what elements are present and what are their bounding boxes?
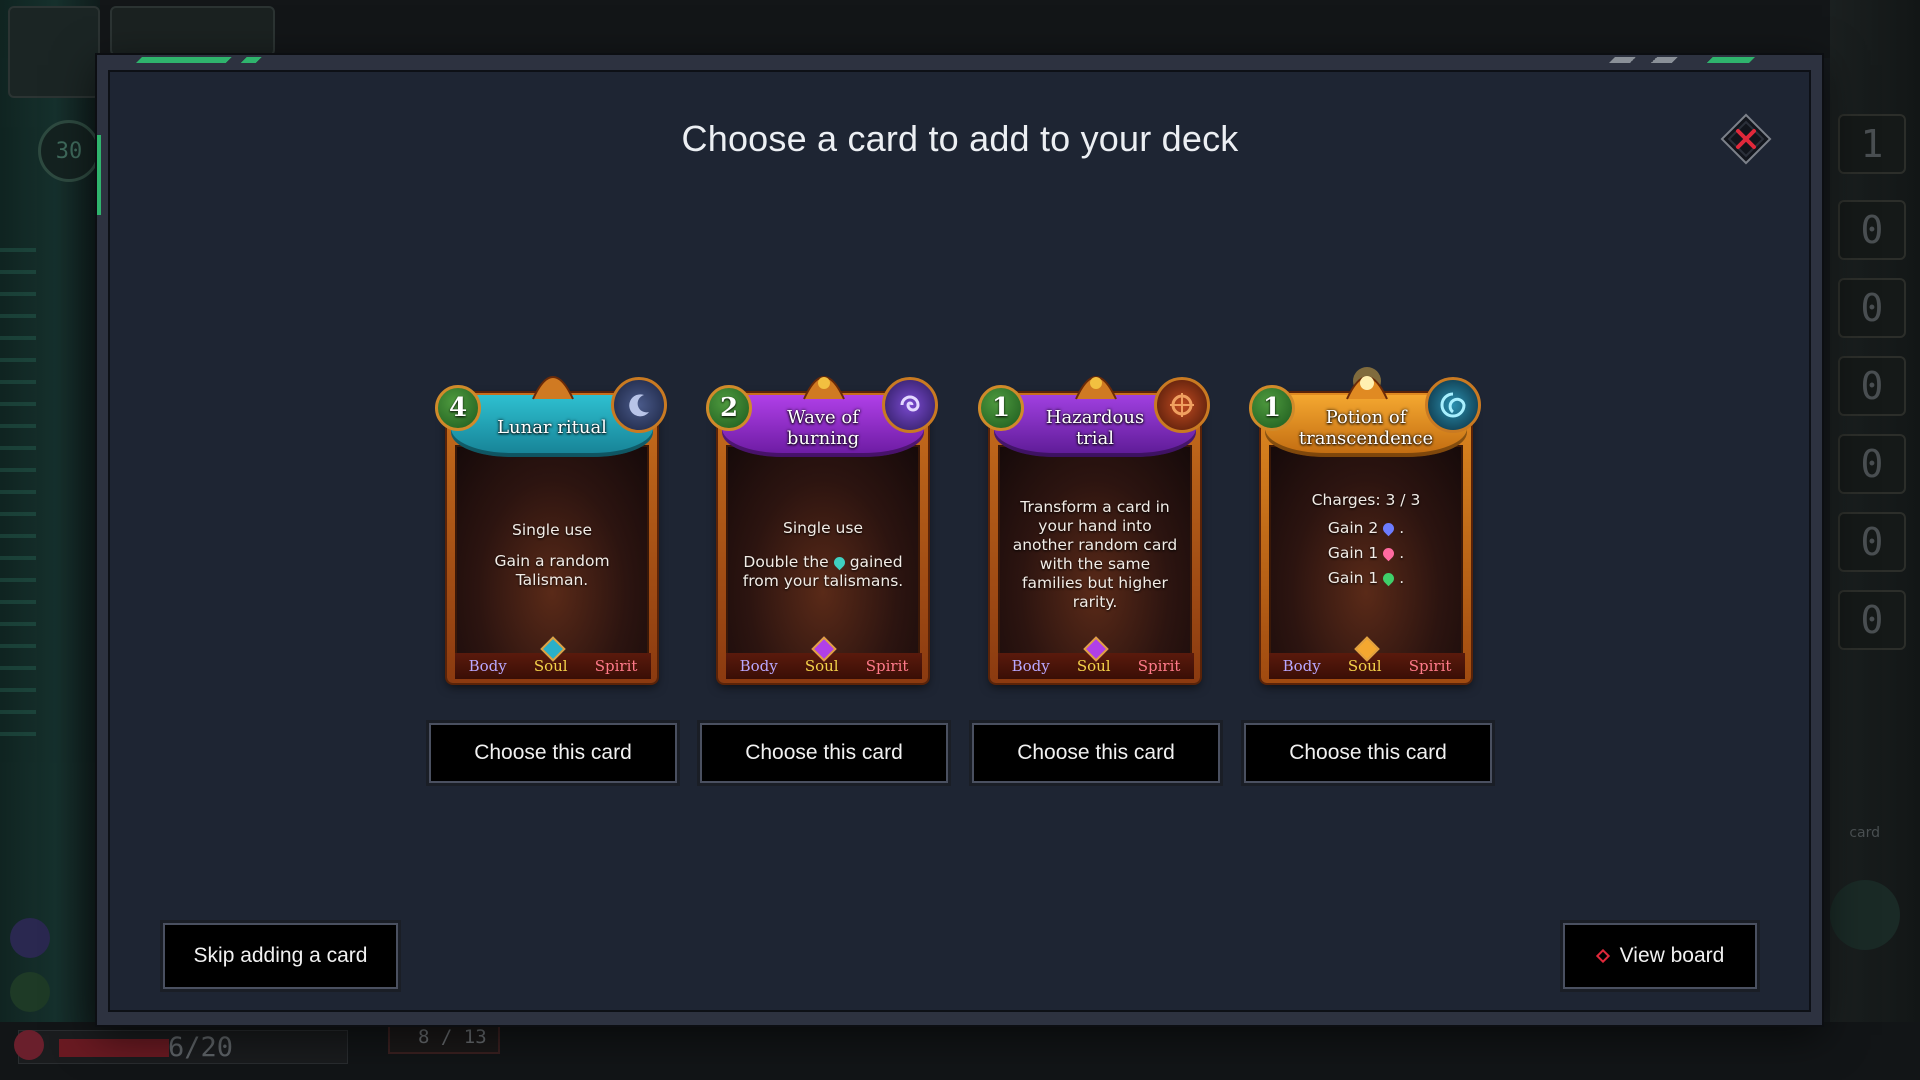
equipment-slot-row [110,6,275,56]
card-cost: 2 [706,385,752,431]
card-text-line: your hand into [1038,517,1152,535]
choose-card-button[interactable]: Choose this card [972,723,1220,783]
card-description: Transform a card in your hand into anoth… [1006,455,1184,655]
card-name-line: transcendence [1298,428,1434,449]
body-gem-icon [1380,520,1397,537]
crest-ornament-icon [803,376,845,400]
card-cost: 1 [1249,385,1295,431]
card-description: Single use Double the gained from your t… [734,455,912,655]
skip-card-label: Skip adding a card [193,944,368,967]
card-name: Wave of burning [748,407,898,449]
resource-counter: 0 [1838,590,1906,650]
card-text-line: gained [849,553,903,571]
card-text-line: Charges: 3 / 3 [1311,491,1421,509]
card-potion-of-transcendence[interactable]: 1 Potion of transcendence Charges: 3 / 3… [1247,355,1487,690]
background-top-bar [0,0,1920,58]
resource-counter: 0 [1838,434,1906,494]
sun-crest-icon [1346,367,1388,400]
crest-ornament-icon [532,376,574,400]
card-text-line: Gain 1 [1327,544,1379,562]
card-text-line: Gain a random [494,551,610,570]
spirit-orb-icon [10,972,50,1012]
health-text: 6/20 [168,1032,234,1063]
card-cost: 4 [435,385,481,431]
card-text-line: Transform a card in [1020,498,1170,516]
spirit-gem-icon [831,554,847,571]
choose-card-button[interactable]: Choose this card [700,723,948,783]
card-reward-modal [108,70,1811,1012]
choose-card-button[interactable]: Choose this card [429,723,677,783]
resource-counter: 0 [1838,356,1906,416]
card-name-line: Hazardous [1045,407,1145,428]
background-card-label: card [1849,825,1880,841]
card-text-line: rarity. [1072,593,1118,611]
card-text-line: Talisman. [515,570,589,589]
card-text-line: from your talismans. [742,572,904,590]
rune-column [0,230,36,750]
card-text-line: Gain 2 [1327,519,1379,537]
card-name-line: Potion of [1325,407,1407,428]
frame-accent [136,57,292,63]
card-name: Potion of transcendence [1291,407,1441,449]
resource-counter: 0 [1838,512,1906,572]
card-name-line: Lunar ritual [497,417,607,438]
heart-icon [14,1030,44,1060]
ability-orb-icon [1830,880,1900,950]
card-text-line: Single use [782,519,863,537]
resource-counter: 0 [1838,200,1906,260]
card-name: Hazardous trial [1020,407,1170,449]
red-diamond-icon [1595,949,1610,963]
family-body: Body [1282,657,1321,675]
card-name-line: Wave of [787,407,859,428]
card-text-line: families but higher [1022,574,1168,592]
modal-title: Choose a card to add to your deck [681,118,1239,159]
card-lunar-ritual[interactable]: 4 Lunar ritual Single use Gain a random … [433,355,673,690]
skip-card-button[interactable]: Skip adding a card [163,923,398,989]
view-board-label: View board [1619,944,1725,967]
equipment-slot [8,6,100,98]
card-hazardous-trial[interactable]: 1 Hazardous trial Transform a card in yo… [976,355,1216,690]
family-body: Body [739,657,778,675]
family-spirit: Spirit [865,657,909,675]
family-spirit: Spirit [1137,657,1181,675]
card-text-line: Double the [743,553,829,571]
card-text-line: Single use [511,520,592,539]
family-body: Body [468,657,507,675]
card-wave-of-burning[interactable]: 2 Wave of burning Single use Double the … [704,355,944,690]
choose-card-button[interactable]: Choose this card [1244,723,1492,783]
card-text-line: Gain 1 [1327,569,1379,587]
card-cost: 1 [978,385,1024,431]
family-spirit: Spirit [594,657,638,675]
card-description: Single use Gain a random Talisman. [463,455,641,655]
frame-accent [1609,57,1755,63]
card-description: Charges: 3 / 3 Gain 2 . Gain 1 . Gain 1 … [1311,491,1421,587]
close-x-diamond-icon [1720,113,1772,165]
card-name-line: trial [1075,428,1115,449]
crest-ornament-icon [1075,376,1117,400]
spirit-gem-icon [1380,570,1397,587]
soul-gem-icon [1380,545,1397,562]
card-text-line: another random card [1012,536,1178,554]
family-body: Body [1011,657,1050,675]
card-text-line: with the same [1039,555,1151,573]
family-spirit: Spirit [1408,657,1452,675]
close-button[interactable] [1717,110,1775,168]
view-board-button[interactable]: View board [1563,923,1757,989]
card-name-line: burning [786,428,860,449]
health-bar-fill [59,1039,169,1057]
soul-orb-icon [10,918,50,958]
card-name: Lunar ritual [477,407,627,438]
resource-counter: 0 [1838,278,1906,338]
deck-counter: 8 / 13 [418,1026,487,1048]
